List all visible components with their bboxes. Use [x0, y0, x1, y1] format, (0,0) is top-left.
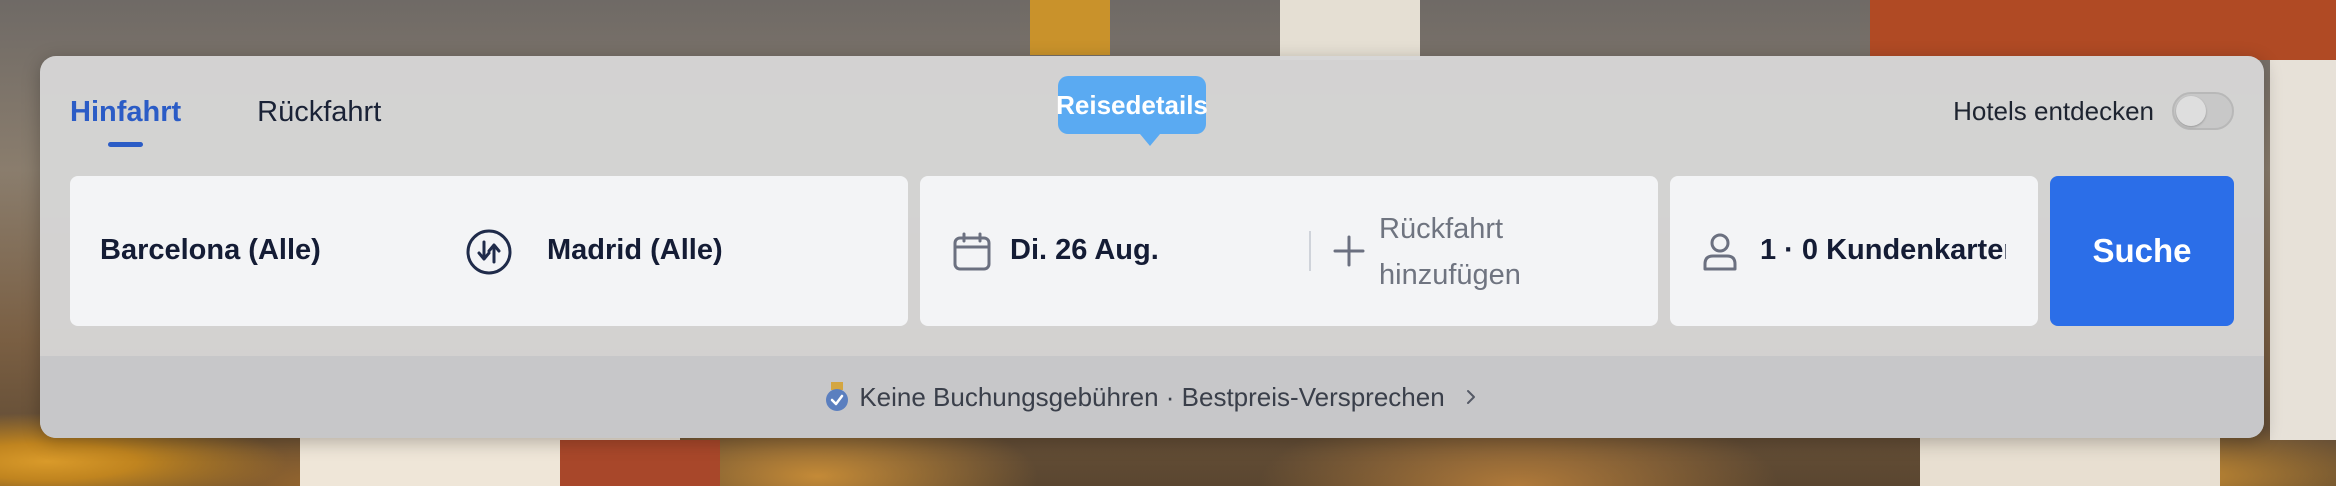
promise-footer[interactable]: Keine Buchungsgebühren · Bestpreis-Versp… [40, 356, 2264, 438]
origin-input[interactable]: Barcelona (Alle) [100, 234, 321, 267]
route-field: Barcelona (Alle) Madrid (Alle) [70, 176, 908, 326]
search-panel: Hinfahrt Rückfahrt Reisedetails Hotels e… [40, 56, 2264, 438]
chevron-right-icon [1466, 390, 1475, 404]
hotels-toggle[interactable] [2172, 92, 2234, 130]
add-return-line1: Rückfahrt [1379, 213, 1504, 245]
search-button[interactable]: Suche [2050, 176, 2234, 326]
swap-icon[interactable] [465, 228, 513, 276]
trip-details-tooltip: Reisedetails [1056, 76, 1208, 146]
add-return-button[interactable]: Rückfahrt hinzufügen [1379, 206, 1521, 298]
destination-input[interactable]: Madrid (Alle) [547, 234, 723, 267]
calendar-icon [953, 232, 991, 271]
passenger-selector[interactable]: 1 · 0 Kundenkarten [1760, 234, 2006, 267]
person-icon [1703, 233, 1737, 271]
tab-return[interactable]: Rückfahrt [257, 96, 381, 129]
date-divider [1309, 231, 1311, 271]
plus-icon[interactable] [1332, 234, 1366, 268]
hotels-toggle-label: Hotels entdecken [1953, 95, 2154, 126]
trip-type-tabs: Hinfahrt Rückfahrt [70, 96, 457, 147]
add-return-line2: hinzufügen [1379, 259, 1521, 291]
passenger-field: 1 · 0 Kundenkarten [1670, 176, 2038, 326]
date-field: Di. 26 Aug. Rückfahrt hinzufügen [920, 176, 1658, 326]
promise-text: Keine Buchungsgebühren · Bestpreis-Versp… [859, 381, 1445, 412]
hotels-toggle-group: Hotels entdecken [1953, 92, 2234, 130]
outbound-date[interactable]: Di. 26 Aug. [1010, 234, 1159, 267]
tab-outbound[interactable]: Hinfahrt [70, 96, 181, 147]
medal-badge-icon [826, 382, 849, 411]
